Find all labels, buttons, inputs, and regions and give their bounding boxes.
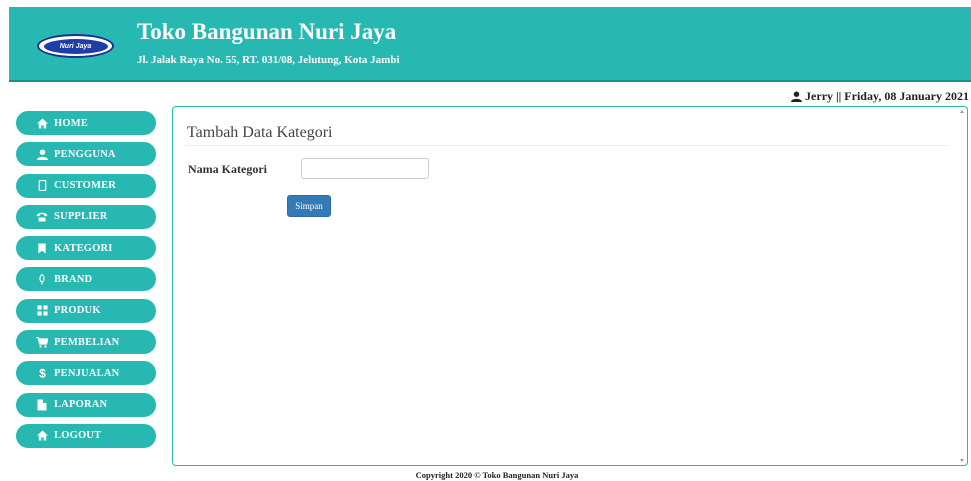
sidebar-item-label: SUPPLIER <box>54 211 108 223</box>
sidebar-item-pengguna[interactable]: PENGGUNA <box>16 142 156 167</box>
user-info-text: Jerry || Friday, 08 January 2021 <box>805 89 969 103</box>
sidebar-item-label: PENJUALAN <box>54 367 120 379</box>
sidebar-item-laporan[interactable]: LAPORAN <box>16 392 156 417</box>
sidebar-item-label: BRAND <box>54 273 93 285</box>
user-icon <box>36 148 48 160</box>
scroll-down-arrow[interactable] <box>960 459 964 462</box>
mobile-icon <box>36 180 48 192</box>
sidebar-item-brand[interactable]: BRAND <box>16 267 156 292</box>
sidebar-item-label: PENGGUNA <box>54 148 116 160</box>
store-address: Jl. Jalak Raya No. 55, RT. 031/08, Jelut… <box>137 54 400 66</box>
sidebar-item-label: CUSTOMER <box>54 180 117 192</box>
grid-icon <box>36 305 48 317</box>
sidebar-nav: HOME PENGGUNA CUSTOMER SUPPLIER KATEGORI… <box>16 111 158 455</box>
save-button[interactable]: Simpan <box>287 195 331 217</box>
user-info-bar: Jerry || Friday, 08 January 2021 <box>791 89 969 104</box>
file-icon <box>36 399 48 411</box>
sidebar-item-logout[interactable]: LOGOUT <box>16 423 156 448</box>
store-name: Toko Bangunan Nuri Jaya <box>137 19 397 44</box>
nama-kategori-input[interactable] <box>301 158 429 179</box>
sidebar-item-pembelian[interactable]: PEMBELIAN <box>16 330 156 355</box>
footer-copyright: Copyright 2020 © Toko Bangunan Nuri Jaya <box>415 470 579 480</box>
logo-text: Nuri Jaya <box>43 38 108 54</box>
sidebar-item-label: KATEGORI <box>54 242 113 254</box>
sidebar-item-label: HOME <box>54 117 89 129</box>
home-icon <box>36 117 48 129</box>
sidebar-item-label: LOGOUT <box>54 430 102 442</box>
scroll-up-arrow[interactable] <box>960 110 964 113</box>
sidebar-item-produk[interactable]: PRODUK <box>16 298 156 323</box>
sidebar-item-supplier[interactable]: SUPPLIER <box>16 204 156 229</box>
sidebar-item-label: LAPORAN <box>54 399 108 411</box>
nama-kategori-label: Nama Kategori <box>188 162 267 176</box>
sidebar-item-customer[interactable]: CUSTOMER <box>16 173 156 198</box>
bookmark-icon <box>36 242 48 254</box>
store-logo: Nuri Jaya <box>37 34 114 58</box>
app-header: Nuri Jaya Toko Bangunan Nuri Jaya Jl. Ja… <box>9 7 971 82</box>
leaf-icon <box>36 273 48 285</box>
sidebar-item-penjualan[interactable]: $ PENJUALAN <box>16 361 156 386</box>
sidebar-item-home[interactable]: HOME <box>16 111 156 135</box>
dollar-icon: $ <box>36 367 48 379</box>
home-icon <box>36 430 48 442</box>
sidebar-item-label: PEMBELIAN <box>54 336 120 348</box>
divider <box>185 145 949 146</box>
content-panel: Tambah Data Kategori Nama Kategori Simpa… <box>172 106 968 466</box>
page-title: Tambah Data Kategori <box>187 124 333 141</box>
sidebar-item-kategori[interactable]: KATEGORI <box>16 236 156 261</box>
phone-icon <box>36 211 48 223</box>
svg-text:$: $ <box>39 367 46 379</box>
cart-icon <box>36 336 48 348</box>
sidebar-item-label: PRODUK <box>54 305 101 317</box>
user-icon <box>791 91 803 102</box>
